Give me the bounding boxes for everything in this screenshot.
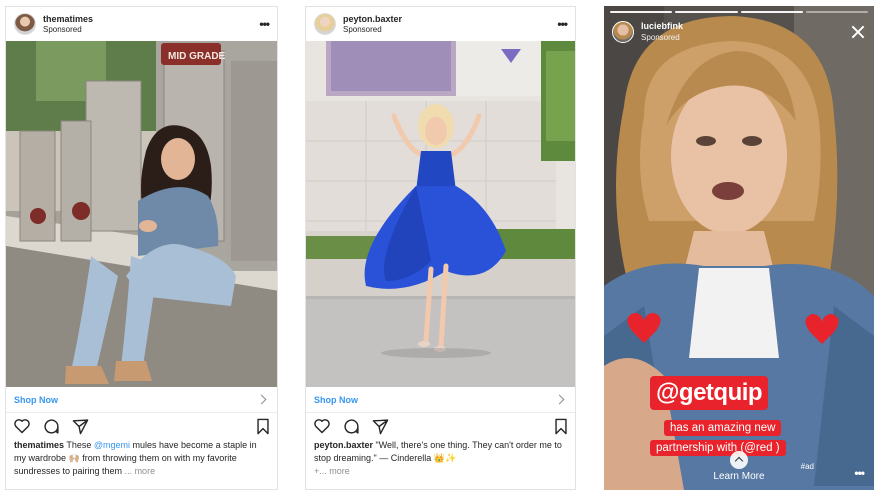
caption-username[interactable]: peyton.baxter: [314, 440, 373, 450]
post-header: thematimes Sponsored •••: [6, 7, 277, 41]
avatar[interactable]: [314, 13, 336, 35]
progress-segment: [675, 11, 738, 13]
avatar[interactable]: [612, 21, 634, 43]
photo-woman-in-blue-dress: [306, 41, 575, 387]
story-header: luciebfink Sponsored: [612, 18, 866, 46]
shop-now-button[interactable]: Shop Now: [306, 387, 575, 413]
caption-text: These: [64, 440, 94, 450]
post-caption: thematimes These @mgemi mules have becom…: [6, 439, 277, 478]
pump-sign-text: MID GRADE: [168, 51, 226, 62]
caption-more-link[interactable]: ... more: [122, 466, 156, 476]
caption-username[interactable]: thematimes: [14, 440, 64, 450]
post-username[interactable]: thematimes: [43, 14, 252, 24]
chevron-right-icon: [256, 394, 267, 405]
heart-icon[interactable]: [13, 418, 31, 434]
photo-woman-at-gas-station: MID GRADE: [6, 41, 277, 387]
story-author: luciebfink Sponsored: [641, 21, 843, 43]
bookmark-icon[interactable]: [256, 418, 270, 435]
post-photo[interactable]: [306, 41, 575, 387]
post-header: peyton.baxter Sponsored •••: [306, 7, 575, 41]
post-actions: [306, 413, 575, 439]
instagram-story-luciebfink[interactable]: luciebfink Sponsored @getquip has an ama…: [604, 6, 874, 490]
learn-more-label: Learn More: [713, 471, 765, 482]
post-author: peyton.baxter Sponsored: [343, 14, 550, 35]
post-author: thematimes Sponsored: [43, 14, 252, 35]
more-options-icon[interactable]: •••: [854, 466, 865, 480]
sponsored-label: Sponsored: [343, 24, 382, 34]
chevron-up-icon: [730, 451, 748, 469]
sponsored-label: Sponsored: [43, 24, 82, 34]
bookmark-icon[interactable]: [554, 418, 568, 435]
share-icon[interactable]: [372, 418, 389, 435]
caption-mention[interactable]: @mgemi: [94, 440, 130, 450]
heart-icon[interactable]: [313, 418, 331, 434]
story-username[interactable]: luciebfink: [641, 21, 843, 32]
progress-segment: [740, 11, 803, 13]
close-icon[interactable]: [850, 24, 866, 40]
post-photo[interactable]: MID GRADE: [6, 41, 277, 387]
more-options-icon[interactable]: •••: [259, 17, 270, 31]
progress-segment: [805, 11, 868, 13]
mention-sticker[interactable]: @getquip: [650, 376, 769, 410]
story-photo: [604, 6, 874, 490]
caption-more-link[interactable]: ... more: [319, 466, 350, 476]
comment-icon[interactable]: [43, 418, 60, 435]
shop-now-label: Shop Now: [314, 394, 358, 405]
shop-now-button[interactable]: Shop Now: [6, 387, 277, 413]
instagram-post-peyton-baxter: peyton.baxter Sponsored ••• Shop Now pey…: [305, 6, 576, 490]
learn-more-button[interactable]: Learn More: [604, 451, 874, 482]
avatar[interactable]: [14, 13, 36, 35]
post-username[interactable]: peyton.baxter: [343, 14, 550, 24]
more-options-icon[interactable]: •••: [557, 17, 568, 31]
sponsored-label: Sponsored: [641, 33, 680, 42]
instagram-post-thematimes: thematimes Sponsored ••• MID GRADE Shop …: [5, 6, 278, 490]
progress-segment: [610, 11, 673, 13]
story-progress-bar: [610, 11, 868, 13]
share-icon[interactable]: [72, 418, 89, 435]
chevron-right-icon: [554, 394, 565, 405]
post-actions: [6, 413, 277, 439]
shop-now-label: Shop Now: [14, 394, 58, 405]
sticker-text-line: has an amazing new: [664, 420, 782, 436]
comment-icon[interactable]: [343, 418, 360, 435]
post-caption: peyton.baxter "Well, there's one thing. …: [306, 439, 575, 478]
